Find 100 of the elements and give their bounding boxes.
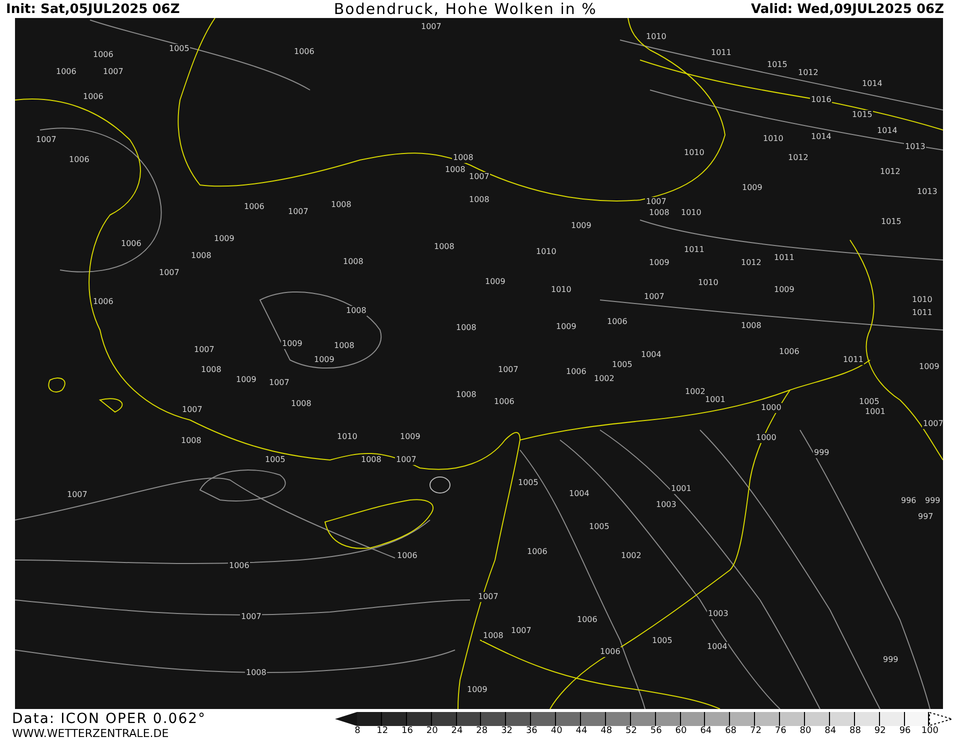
legend-tick-label: 92 xyxy=(873,726,887,737)
isobar-label: 1010 xyxy=(535,247,558,257)
legend-tick-label: 88 xyxy=(848,726,862,737)
isobar-label: 1001 xyxy=(670,484,692,494)
legend-tick-label: 8 xyxy=(354,726,362,737)
legend-tick-label: 12 xyxy=(376,726,390,737)
isobar-label: 1006 xyxy=(576,615,598,625)
isobar-label: 1008 xyxy=(360,455,382,465)
legend-tick-label: 72 xyxy=(748,726,762,737)
isobar-label: 1008 xyxy=(245,668,268,678)
legend-tick-label: 68 xyxy=(724,726,738,737)
isobar-label: 1013 xyxy=(904,142,926,152)
isobar-label: 1011 xyxy=(710,48,732,58)
isobar-label: 996 xyxy=(900,496,918,506)
isobar-label: 1007 xyxy=(35,135,58,145)
isobar-label: 1010 xyxy=(911,295,934,305)
isobar-label: 1008 xyxy=(200,365,222,375)
isobar-label: 1012 xyxy=(797,68,820,78)
isobar-label: 1007 xyxy=(468,172,490,182)
isobar-label: 1000 xyxy=(755,433,778,443)
legend-tick-label: 60 xyxy=(674,726,688,737)
legend-tick-label: 28 xyxy=(475,726,489,737)
isobar-label: 1010 xyxy=(697,278,720,288)
map-title: Bodendruck, Hohe Wolken in % xyxy=(334,0,597,18)
isobar-label: 1007 xyxy=(420,22,442,32)
website-url: WWW.WETTERZENTRALE.DE xyxy=(12,727,170,740)
isobar-label: 1006 xyxy=(92,50,114,60)
legend-tick-label: 20 xyxy=(425,726,439,737)
legend-tick-label: 84 xyxy=(824,726,838,737)
isobar-label: 1009 xyxy=(484,277,506,287)
legend-tick-label: 24 xyxy=(450,726,464,737)
isobar-label: 1004 xyxy=(640,350,662,360)
legend-tick-label: 96 xyxy=(898,726,912,737)
isobar-label: 1010 xyxy=(762,134,784,144)
isobar-label: 1008 xyxy=(455,323,478,333)
isobar-label: 1008 xyxy=(444,165,466,175)
isobar-label: 1009 xyxy=(741,183,764,193)
isobar-label: 1011 xyxy=(842,355,864,365)
isobar-label: 1006 xyxy=(396,551,418,561)
isobar-label: 1015 xyxy=(851,110,874,120)
legend-tick-label: 56 xyxy=(649,726,663,737)
isobar-label: 1006 xyxy=(92,297,114,307)
isobar-label: 1007 xyxy=(477,592,500,602)
isobar-label: 1008 xyxy=(648,208,670,218)
isobar-label: 1008 xyxy=(342,257,364,267)
isobar-label: 1007 xyxy=(102,67,124,77)
isobar-label: 1005 xyxy=(264,455,286,465)
isobar-label: 1015 xyxy=(766,60,788,70)
isobar-label: 1007 xyxy=(643,292,666,302)
isobar-label: 1001 xyxy=(704,395,726,405)
isobar-label: 1012 xyxy=(879,167,902,177)
isobar-label: 1011 xyxy=(773,253,796,263)
isobar-label: 1005 xyxy=(517,478,540,488)
isobar-label: 1011 xyxy=(683,245,706,255)
isobar-label: 1005 xyxy=(168,44,190,54)
isobar-label: 999 xyxy=(924,496,942,506)
isobar-label: 1007 xyxy=(268,378,290,388)
isobar-label: 1008 xyxy=(433,242,456,252)
isobar-label: 1003 xyxy=(707,609,730,619)
isobar-label: 1013 xyxy=(916,187,938,197)
isobar-label: 1009 xyxy=(918,362,940,372)
isobar-label: 1006 xyxy=(243,202,266,212)
isobar-label: 1006 xyxy=(526,547,548,557)
isobar-label: 1012 xyxy=(787,153,810,163)
legend-tick-label: 76 xyxy=(774,726,788,737)
legend-tick-label: 80 xyxy=(798,726,812,737)
isobar-label: 1006 xyxy=(606,317,628,327)
isobar-label: 1007 xyxy=(645,197,668,207)
legend-tick-label: 40 xyxy=(550,726,564,737)
isobar-label: 1008 xyxy=(290,399,312,409)
legend-tick-label: 44 xyxy=(574,726,588,737)
isobar-label: 1008 xyxy=(482,631,504,641)
isobar-label: 1014 xyxy=(876,126,898,136)
isobar-label: 1009 xyxy=(313,355,336,365)
isobar-label: 1008 xyxy=(330,200,352,210)
isobar-label: 1009 xyxy=(555,322,578,332)
init-time: Init: Sat,05JUL2025 06Z xyxy=(6,2,180,16)
isobar-label: 1006 xyxy=(493,397,516,407)
isobar-label: 1009 xyxy=(773,285,796,295)
legend-tick-label: 36 xyxy=(524,726,538,737)
isobar-label: 1006 xyxy=(778,347,800,357)
isobar-label: 1010 xyxy=(680,208,702,218)
valid-time: Valid: Wed,09JUL2025 06Z xyxy=(751,2,944,16)
isobar-label: 1001 xyxy=(864,407,886,417)
isobar-label: 1002 xyxy=(620,551,642,561)
isobar-label: 1007 xyxy=(66,490,88,500)
isobar-label: 1014 xyxy=(810,132,832,142)
isobar-label: 1010 xyxy=(683,148,706,158)
isobar-label: 1009 xyxy=(213,234,236,244)
isobar-label: 1005 xyxy=(588,522,610,532)
legend-tick-label: 16 xyxy=(400,726,414,737)
isobar-label: 1008 xyxy=(468,195,490,205)
isobar-label: 1014 xyxy=(861,79,884,89)
isobar-label: 1006 xyxy=(82,92,104,102)
data-source: Data: ICON OPER 0.062° xyxy=(12,712,206,727)
isobar-label: 997 xyxy=(917,512,934,522)
isobar-label: 1004 xyxy=(568,489,590,499)
isobar-label: 1006 xyxy=(55,67,78,77)
legend-tick-label: 32 xyxy=(500,726,514,737)
isobar-label: 1009 xyxy=(570,221,592,231)
